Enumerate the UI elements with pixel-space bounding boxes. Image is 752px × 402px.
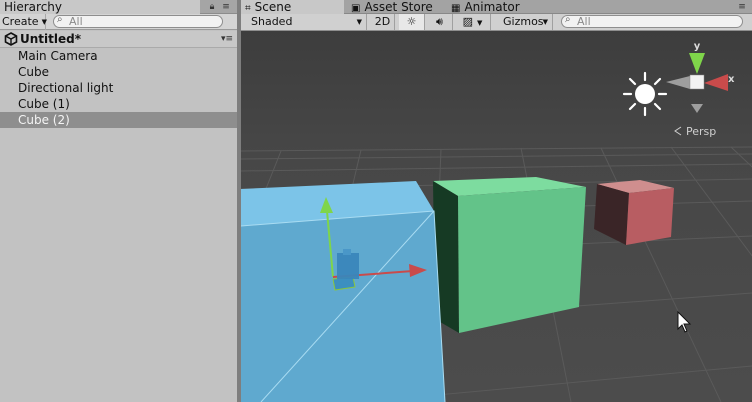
hierarchy-item-label: Cube (18, 65, 49, 79)
scene-panel: ⌗ Scene ▣ Asset Store ▦ Animator ≡ Shaded ▼ … (241, 0, 752, 402)
hierarchy-tab-bar: Hierarchy 🔒︎ ≡ (0, 0, 237, 14)
scene-audio-toggle[interactable]: 🔊︎ (427, 14, 453, 30)
scene-viewport[interactable]: y x Persp (241, 31, 752, 402)
unity-logo-icon (4, 32, 18, 46)
tab-label: Asset Store (364, 0, 433, 14)
perspective-label[interactable]: Persp (686, 125, 716, 138)
scene-search-input[interactable]: ⌕ All (561, 14, 743, 28)
hierarchy-item-cube-1[interactable]: Cube (1) (0, 96, 237, 112)
gizmos-dropdown[interactable]: Gizmos ▼ (499, 14, 553, 30)
scene-tab-bar: ⌗ Scene ▣ Asset Store ▦ Animator ≡ (241, 0, 752, 14)
speaker-icon: 🔊︎ (436, 15, 443, 28)
directional-light-sun-icon[interactable] (622, 71, 668, 117)
search-icon: ⌕ (565, 14, 571, 25)
create-label: Create (2, 15, 39, 28)
gizmo-x-label: x (728, 74, 735, 85)
search-placeholder: All (577, 15, 591, 28)
gizmo-y-label: y (694, 41, 701, 52)
search-placeholder: All (69, 15, 83, 28)
hierarchy-item-label: Directional light (18, 81, 114, 95)
panel-menu-icon[interactable]: ≡ (736, 1, 748, 13)
scene-grid-icon: ⌗ (245, 3, 251, 14)
lock-icon[interactable]: 🔒︎ (206, 1, 218, 13)
shading-mode-label: Shaded (251, 15, 293, 28)
hierarchy-toolbar: Create ▼ ⌕ All (0, 14, 237, 30)
scene-toolbar: Shaded ▼ 2D ☼ 🔊︎ ▨ ▼ Gizmos ▼ ⌕ All (241, 14, 752, 31)
animator-icon: ▦ (451, 3, 461, 14)
dropdown-arrow-icon: ▼ (41, 18, 47, 26)
gizmo-center-cube[interactable] (689, 74, 705, 90)
scene-name: Untitled* (20, 32, 81, 46)
cube-green[interactable] (433, 177, 586, 333)
gizmos-label: Gizmos (503, 15, 544, 28)
scene-root-row[interactable]: Untitled* ▾≡ (0, 31, 237, 48)
hierarchy-item-label: Cube (2) (18, 113, 70, 127)
cube-blue[interactable] (241, 181, 446, 402)
mode-2d-label: 2D (374, 15, 391, 28)
dropdown-arrow-icon: ▼ (542, 18, 548, 26)
tab-label: Animator (464, 0, 520, 14)
hierarchy-tab-label: Hierarchy (4, 0, 63, 14)
mode-2d-toggle[interactable]: 2D (371, 14, 395, 30)
hierarchy-item-cube[interactable]: Cube (0, 64, 237, 80)
hierarchy-item-directional-light[interactable]: Directional light (0, 80, 237, 96)
tab-asset-store[interactable]: ▣ Asset Store (347, 0, 443, 14)
hierarchy-item-label: Main Camera (18, 49, 98, 63)
search-icon: ⌕ (57, 14, 63, 25)
scene-effects-dropdown[interactable]: ▨ ▼ (455, 14, 491, 30)
hierarchy-list: Main Camera Cube Directional light Cube … (0, 48, 237, 128)
tab-scene[interactable]: ⌗ Scene (241, 0, 344, 14)
gizmo-center-handle[interactable] (337, 253, 359, 279)
dropdown-arrow-icon: ▼ (477, 19, 483, 27)
hierarchy-item-cube-2[interactable]: Cube (2) (0, 112, 237, 128)
sun-icon: ☼ (406, 15, 417, 28)
tab-label: Scene (254, 0, 292, 14)
hierarchy-item-label: Cube (1) (18, 97, 70, 111)
hierarchy-search-input[interactable]: ⌕ All (53, 14, 223, 28)
hierarchy-panel: Hierarchy 🔒︎ ≡ Create ▼ ⌕ All Untitled* ▾… (0, 0, 237, 402)
create-dropdown[interactable]: Create ▼ (0, 14, 47, 30)
asset-store-icon: ▣ (351, 3, 361, 14)
hierarchy-tab[interactable]: Hierarchy (0, 0, 200, 14)
image-icon: ▨ (462, 15, 473, 28)
hierarchy-item-main-camera[interactable]: Main Camera (0, 48, 237, 64)
scene-lighting-toggle[interactable]: ☼ (399, 14, 425, 30)
tab-animator[interactable]: ▦ Animator (447, 0, 539, 14)
scene-canvas[interactable]: y x Persp (241, 31, 752, 402)
panel-menu-icon[interactable]: ≡ (220, 1, 232, 13)
dropdown-arrow-icon: ▼ (356, 18, 362, 26)
shading-mode-dropdown[interactable]: Shaded ▼ (241, 14, 367, 30)
scene-menu-icon[interactable]: ▾≡ (221, 34, 233, 44)
